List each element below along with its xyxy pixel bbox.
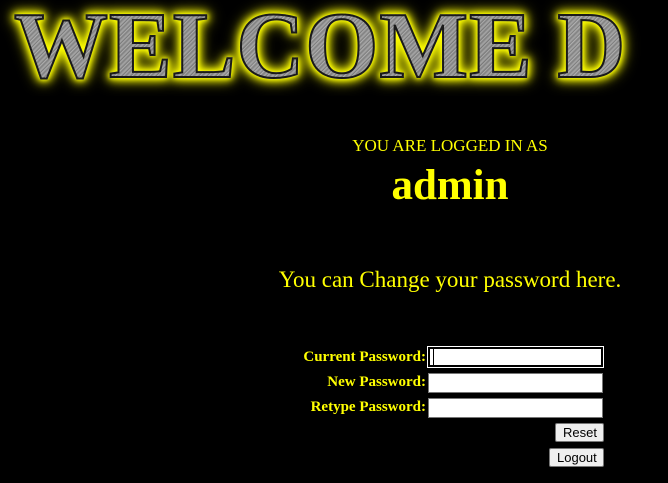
- current-password-input[interactable]: [427, 346, 604, 368]
- reset-button[interactable]: Reset: [555, 423, 604, 442]
- logged-in-label: YOU ARE LOGGED IN AS: [352, 136, 548, 155]
- retype-password-label: Retype Password:: [310, 399, 426, 415]
- banner-title: WELCOME D: [13, 0, 627, 96]
- welcome-banner: WELCOME D: [0, 0, 668, 96]
- text-caret: [433, 349, 434, 365]
- username: admin: [391, 162, 509, 209]
- change-password-message: You can Change your password here.: [278, 267, 622, 292]
- logout-button[interactable]: Logout: [549, 448, 604, 467]
- page: WELCOME D YOU ARE LOGGED IN AS admin You…: [0, 0, 668, 483]
- current-password-label: Current Password:: [303, 349, 426, 365]
- new-password-input[interactable]: [428, 373, 603, 393]
- new-password-label: New Password:: [327, 374, 426, 390]
- retype-password-input[interactable]: [428, 398, 603, 418]
